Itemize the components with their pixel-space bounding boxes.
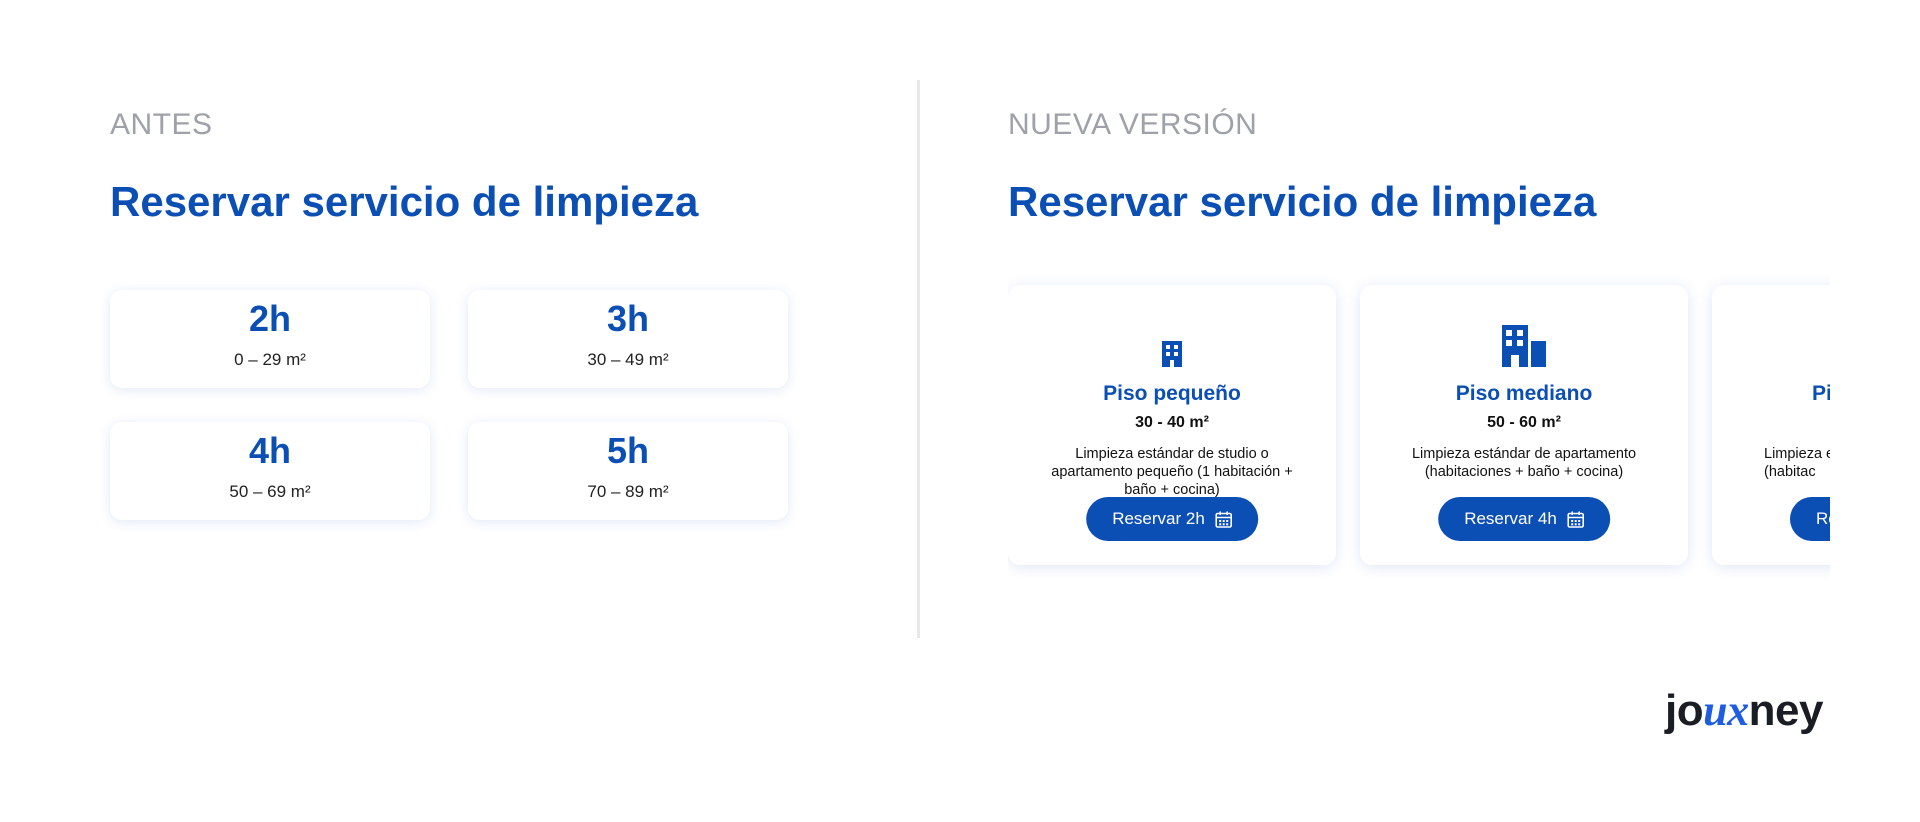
apartment-card-title: Piso mediano: [1455, 382, 1593, 405]
duration-card-3h[interactable]: 3h 30 – 49 m²: [468, 290, 788, 388]
duration-area: 70 – 89 m²: [587, 482, 669, 501]
logo-prefix: jo: [1665, 686, 1704, 735]
medium-building-icon: [1502, 325, 1546, 367]
apartment-card-area: 50 - 60 m²: [1487, 414, 1561, 431]
apartment-card-small[interactable]: Piso pequeño 30 - 40 m² Limpieza estánda…: [1008, 285, 1336, 565]
before-section-label: ANTES: [110, 108, 213, 141]
apartment-card-area: 30 - 40 m²: [1135, 414, 1209, 431]
duration-hours: 2h: [248, 298, 291, 339]
calendar-icon: [1215, 511, 1232, 528]
calendar-icon: [1567, 511, 1584, 528]
before-options-grid: 2h 0 – 29 m² 3h 30 – 49 m² 4h 50 – 69 m²…: [110, 290, 790, 525]
book-button-label: Reservar 4h: [1464, 509, 1557, 528]
apartment-card-large[interactable]: Pi Limpieza e (habitac Re: [1712, 285, 1830, 565]
duration-hours: 4h: [248, 430, 291, 471]
book-button-partial[interactable]: Re: [1790, 497, 1830, 541]
apartment-card-description: Limpieza estándar de apartamento (habita…: [1411, 446, 1637, 480]
duration-hours: 3h: [606, 298, 649, 339]
new-version-page-title: Reservar servicio de limpieza: [1008, 178, 1597, 225]
duration-area: 50 – 69 m²: [229, 482, 311, 501]
book-button-label: Reservar 2h: [1112, 509, 1205, 528]
apartment-type-carousel[interactable]: Piso pequeño 30 - 40 m² Limpieza estánda…: [1008, 275, 1830, 585]
apartment-card-title: Piso pequeño: [1103, 382, 1241, 405]
new-version-section-label: NUEVA VERSIÓN: [1008, 108, 1258, 141]
section-divider: [917, 80, 920, 638]
apartment-card-medium[interactable]: Piso mediano 50 - 60 m² Limpieza estánda…: [1360, 285, 1688, 565]
book-2h-button[interactable]: Reservar 2h: [1086, 497, 1258, 541]
book-4h-button[interactable]: Reservar 4h: [1438, 497, 1610, 541]
book-button-label: Re: [1816, 509, 1830, 528]
duration-card-5h[interactable]: 5h 70 – 89 m²: [468, 422, 788, 520]
duration-area: 30 – 49 m²: [587, 350, 669, 369]
apartment-card-description: Limpieza estándar de studio o apartament…: [1051, 446, 1293, 498]
journey-logo: jouxney: [1665, 685, 1823, 736]
before-page-title: Reservar servicio de limpieza: [110, 178, 699, 225]
duration-hours: 5h: [606, 430, 649, 471]
logo-highlight: ux: [1703, 686, 1749, 735]
small-building-icon: [1162, 341, 1182, 367]
apartment-card-description: Limpieza e (habitac: [1764, 446, 1830, 480]
duration-card-4h[interactable]: 4h 50 – 69 m²: [110, 422, 430, 520]
logo-suffix: ney: [1748, 686, 1824, 735]
duration-area: 0 – 29 m²: [234, 350, 306, 369]
duration-card-2h[interactable]: 2h 0 – 29 m²: [110, 290, 430, 388]
apartment-card-title: Pi: [1812, 382, 1830, 405]
